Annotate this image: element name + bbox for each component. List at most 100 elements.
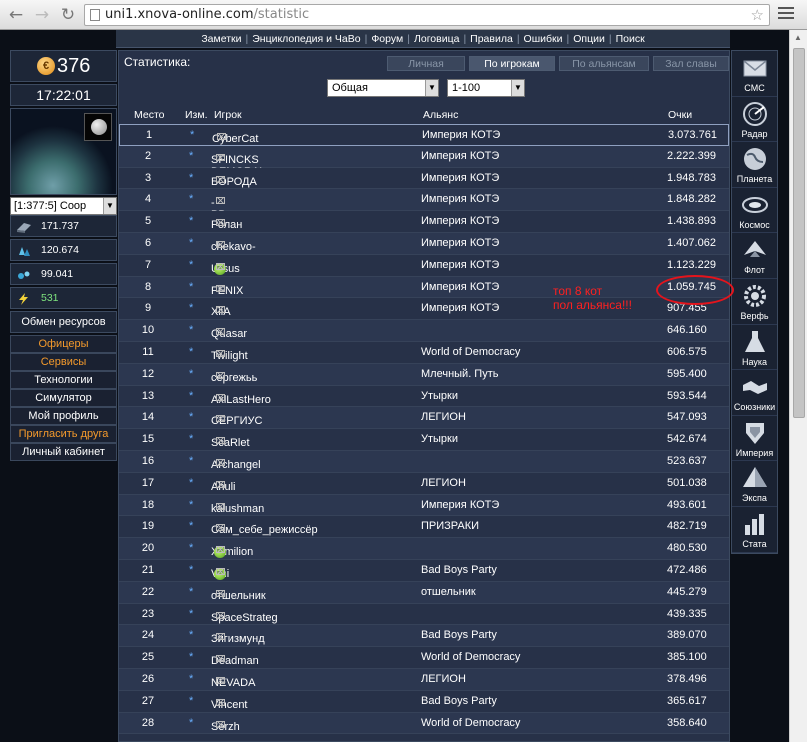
topnav-item-7[interactable]: Поиск	[616, 33, 645, 45]
right-nav-0[interactable]: СМС	[732, 51, 777, 97]
alliance-cell[interactable]: Империя КОТЭ	[422, 129, 500, 141]
topnav-item-1[interactable]: Энциклопедия и ЧаВо	[252, 33, 360, 45]
mail-icon[interactable]	[216, 437, 225, 445]
stat-range-select[interactable]: 1-100 ▼	[447, 79, 525, 97]
mail-icon[interactable]	[216, 415, 225, 423]
alliance-cell[interactable]: ЛЕГИОН	[421, 477, 466, 489]
bookmark-star-icon[interactable]: ☆	[751, 5, 764, 25]
scroll-up-icon[interactable]: ▲	[794, 33, 802, 42]
alliance-cell[interactable]: Империя КОТЭ	[421, 193, 499, 205]
mail-icon[interactable]	[216, 676, 225, 684]
tab-0[interactable]: Личная	[387, 56, 465, 71]
moon-image[interactable]	[84, 113, 112, 141]
mail-icon[interactable]	[216, 197, 225, 205]
mail-icon[interactable]	[216, 502, 225, 510]
mail-icon[interactable]	[216, 328, 225, 336]
mail-icon[interactable]	[216, 458, 225, 466]
mail-icon[interactable]	[216, 524, 225, 532]
mail-icon[interactable]	[216, 480, 225, 488]
mail-icon[interactable]	[216, 633, 225, 641]
left-menu-item-5[interactable]: Пригласить друга	[10, 425, 117, 443]
right-nav-5[interactable]: Верфь	[732, 279, 777, 325]
mail-icon[interactable]	[216, 262, 225, 270]
alliance-cell[interactable]: ЛЕГИОН	[421, 411, 466, 423]
tab-1[interactable]: По игрокам	[469, 56, 555, 71]
alliance-cell[interactable]: World of Democracy	[421, 717, 520, 729]
alliance-cell[interactable]: ЛЕГИОН	[421, 673, 466, 685]
left-menu-item-4[interactable]: Мой профиль	[10, 407, 117, 425]
alliance-cell[interactable]: ПРИЗРАКИ	[421, 520, 479, 532]
back-icon[interactable]: ←	[6, 5, 26, 25]
stat-type-value: Общая	[332, 82, 368, 94]
right-nav-8[interactable]: Империя	[732, 416, 777, 462]
resource-exchange-button[interactable]: Обмен ресурсов	[10, 311, 117, 333]
left-menu-item-6[interactable]: Личный кабинет	[10, 443, 117, 461]
alliance-cell[interactable]: Империя КОТЭ	[421, 302, 499, 314]
mail-icon[interactable]	[217, 133, 226, 140]
mail-icon[interactable]	[216, 219, 225, 227]
alliance-cell[interactable]: Утырки	[421, 390, 458, 402]
right-nav-3[interactable]: Космос	[732, 188, 777, 234]
scroll-thumb[interactable]	[793, 48, 805, 418]
alliance-cell[interactable]: Империя КОТЭ	[421, 150, 499, 162]
alliance-cell[interactable]: Bad Boys Party	[421, 695, 497, 707]
address-bar[interactable]: uni1.xnova-online.com/statistic ☆	[84, 4, 770, 26]
right-nav-1[interactable]: Радар	[732, 97, 777, 143]
alliance-cell[interactable]: Империя КОТЭ	[421, 499, 499, 511]
topnav-item-6[interactable]: Опции	[573, 33, 605, 45]
credits-display[interactable]: € 376	[10, 50, 117, 82]
stat-type-select[interactable]: Общая ▼	[327, 79, 439, 97]
alliance-cell[interactable]: Империя КОТЭ	[421, 172, 499, 184]
alliance-cell[interactable]: отшельник	[421, 586, 476, 598]
right-nav-9[interactable]: Экспа	[732, 461, 777, 507]
mail-icon[interactable]	[216, 371, 225, 379]
right-nav-4[interactable]: Флот	[732, 233, 777, 279]
mail-icon[interactable]	[216, 589, 225, 597]
tab-3[interactable]: Зал славы	[653, 56, 729, 71]
topnav-item-5[interactable]: Ошибки	[524, 33, 563, 45]
mail-icon[interactable]	[216, 720, 225, 728]
left-menu-item-2[interactable]: Технологии	[10, 371, 117, 389]
mail-icon[interactable]	[216, 567, 225, 575]
alliance-cell[interactable]: Утырки	[421, 433, 458, 445]
mail-icon[interactable]	[216, 240, 225, 248]
mail-icon[interactable]	[216, 349, 225, 357]
topnav-item-2[interactable]: Форум	[371, 33, 403, 45]
left-menu-item-0[interactable]: Офицеры	[10, 335, 117, 353]
planet-selector[interactable]: [1:377:5] Coop ▼	[10, 197, 117, 215]
alliance-cell[interactable]: Империя КОТЭ	[421, 237, 499, 249]
alliance-cell[interactable]: Империя КОТЭ	[421, 259, 499, 271]
forward-icon[interactable]: →	[32, 5, 52, 25]
mail-icon[interactable]	[216, 284, 225, 292]
player-name-link[interactable]: Сам_себе_режиссёр	[211, 524, 318, 536]
right-nav-2[interactable]: Планета	[732, 142, 777, 188]
alliance-cell[interactable]: World of Democracy	[421, 346, 520, 358]
mail-icon[interactable]	[216, 655, 225, 663]
left-menu-item-1[interactable]: Сервисы	[10, 353, 117, 371]
browser-menu-icon[interactable]	[778, 7, 794, 21]
mail-icon[interactable]	[216, 393, 225, 401]
left-menu-item-3[interactable]: Симулятор	[10, 389, 117, 407]
page-scrollbar[interactable]: ▲	[789, 30, 807, 742]
planet-image[interactable]	[10, 108, 117, 195]
topnav-item-0[interactable]: Заметки	[201, 33, 241, 45]
mail-icon[interactable]	[216, 153, 225, 161]
mail-icon[interactable]	[216, 611, 225, 619]
mail-icon[interactable]	[216, 546, 225, 554]
reload-icon[interactable]: ↻	[58, 5, 78, 25]
alliance-cell[interactable]: Империя КОТЭ	[421, 215, 499, 227]
right-nav-10[interactable]: Стата	[732, 507, 777, 553]
mail-icon[interactable]	[216, 306, 225, 314]
alliance-cell[interactable]: Млечный. Путь	[421, 368, 498, 380]
tab-2[interactable]: По альянсам	[559, 56, 649, 71]
alliance-cell[interactable]: World of Democracy	[421, 651, 520, 663]
alliance-cell[interactable]: Bad Boys Party	[421, 629, 497, 641]
right-nav-6[interactable]: Наука	[732, 325, 777, 371]
alliance-cell[interactable]: Bad Boys Party	[421, 564, 497, 576]
alliance-cell[interactable]: Империя КОТЭ	[421, 281, 499, 293]
topnav-item-3[interactable]: Логовица	[414, 33, 459, 45]
mail-icon[interactable]	[216, 175, 225, 183]
right-nav-7[interactable]: Союзники	[732, 370, 777, 416]
mail-icon[interactable]	[216, 698, 225, 706]
topnav-item-4[interactable]: Правила	[470, 33, 513, 45]
